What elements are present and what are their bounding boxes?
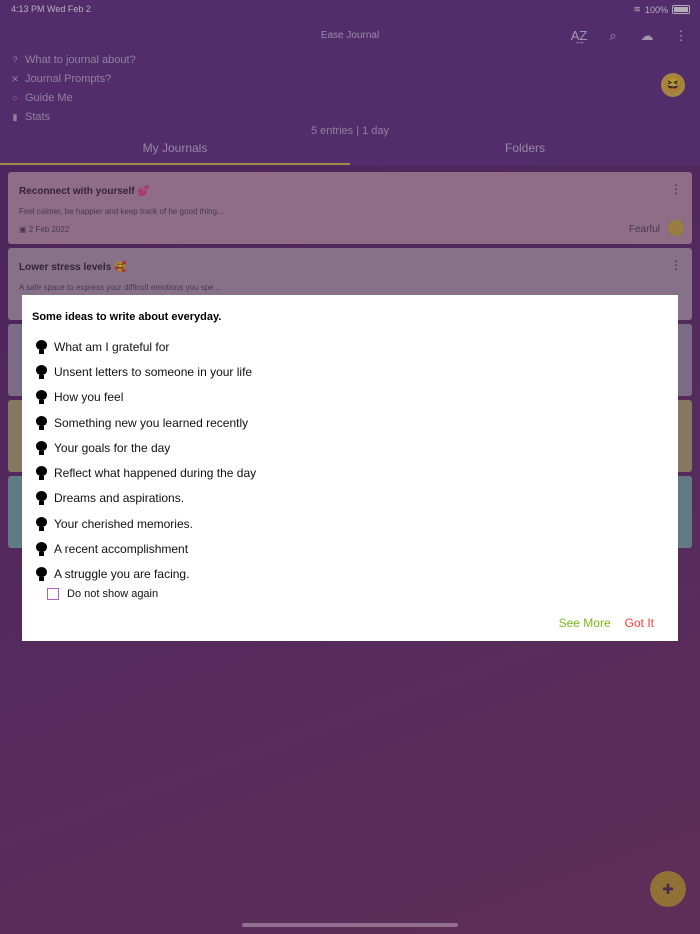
- lightbulb-icon: [36, 339, 47, 354]
- idea-item: Something new you learned recently: [36, 410, 256, 435]
- idea-item: Dreams and aspirations.: [36, 486, 256, 511]
- idea-item: What am I grateful for: [36, 334, 256, 359]
- ideas-dialog: Some ideas to write about everyday. What…: [22, 295, 678, 641]
- ideas-list: What am I grateful for Unsent letters to…: [36, 334, 256, 587]
- idea-item: A recent accomplishment: [36, 536, 256, 561]
- do-not-show-checkbox[interactable]: [47, 588, 59, 600]
- got-it-button[interactable]: Got It: [625, 616, 654, 630]
- idea-item: Your goals for the day: [36, 435, 256, 460]
- idea-item: A struggle you are facing.: [36, 562, 256, 587]
- lightbulb-icon: [36, 364, 47, 379]
- lightbulb-icon: [36, 440, 47, 455]
- lightbulb-icon: [36, 466, 47, 481]
- idea-item: Your cherished memories.: [36, 511, 256, 536]
- idea-item: Reflect what happened during the day: [36, 460, 256, 485]
- lightbulb-icon: [36, 415, 47, 430]
- see-more-button[interactable]: See More: [559, 616, 611, 630]
- dialog-heading: Some ideas to write about everyday.: [32, 311, 222, 323]
- do-not-show-label: Do not show again: [67, 588, 159, 600]
- lightbulb-icon: [36, 516, 47, 531]
- lightbulb-icon: [36, 491, 47, 506]
- do-not-show-again-row[interactable]: Do not show again: [47, 588, 158, 600]
- lightbulb-icon: [36, 542, 47, 557]
- lightbulb-icon: [36, 390, 47, 405]
- idea-item: How you feel: [36, 385, 256, 410]
- lightbulb-icon: [36, 567, 47, 582]
- idea-item: Unsent letters to someone in your life: [36, 359, 256, 384]
